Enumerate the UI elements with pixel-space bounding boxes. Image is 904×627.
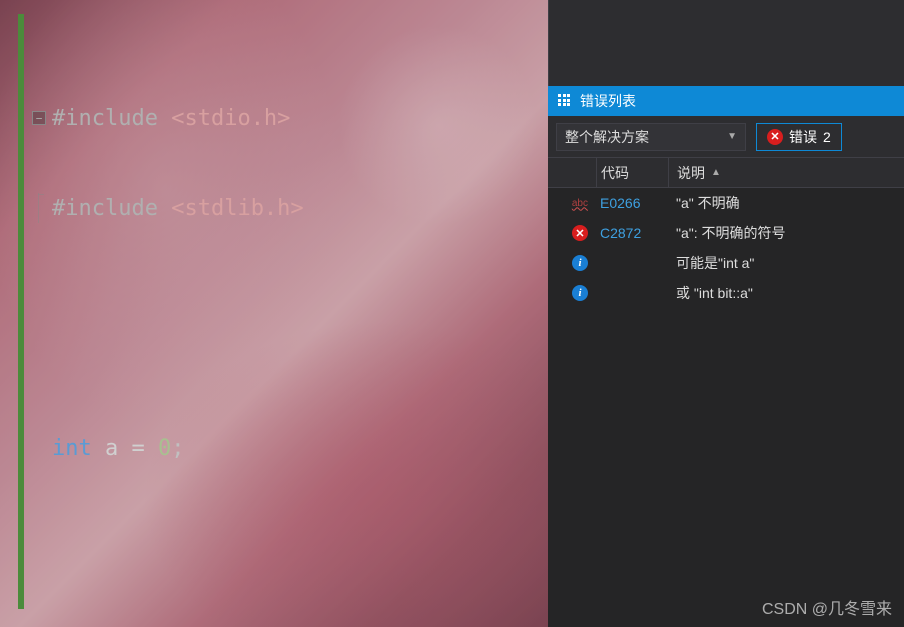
code-line (32, 554, 548, 584)
error-filter-label: 错误 (789, 127, 817, 147)
number-literal: 0 (158, 434, 171, 464)
watermark-text: CSDN @几冬雪来 (762, 595, 892, 619)
identifier: a = (92, 434, 158, 464)
include-header: <stdio.h> (171, 104, 290, 134)
code-editor-pane[interactable]: − #include <stdio.h> #include <stdlib.h>… (0, 0, 548, 627)
col-header-code[interactable]: 代码 (596, 158, 668, 187)
preprocessor: #include (52, 194, 171, 224)
intellisense-icon: abc (572, 198, 588, 209)
sort-asc-icon: ▲ (711, 167, 721, 178)
code-text-area[interactable]: − #include <stdio.h> #include <stdlib.h>… (32, 14, 548, 627)
scope-dropdown-label: 整个解决方案 (565, 127, 649, 147)
error-filter-count: 2 (823, 129, 831, 145)
keyword-int: int (52, 434, 92, 464)
error-code-link[interactable]: E0266 (600, 195, 640, 211)
code-line (32, 314, 548, 344)
info-icon: i (572, 285, 588, 301)
col-header-description[interactable]: 说明▲ (668, 158, 904, 187)
error-filter-button[interactable]: ✕ 错误 2 (756, 123, 842, 151)
error-description: "a" 不明确 (668, 193, 904, 213)
code-line[interactable]: #include <stdlib.h> (32, 194, 548, 224)
error-code-link[interactable]: C2872 (600, 225, 641, 241)
code-line[interactable]: int a = 0; (32, 434, 548, 464)
error-list-title: 错误列表 (580, 91, 636, 111)
error-icon: ✕ (572, 225, 588, 241)
panel-top-spacer (548, 0, 904, 86)
error-list-row[interactable]: i 或 "int bit::a" (548, 278, 904, 308)
scope-dropdown[interactable]: 整个解决方案 ▼ (556, 123, 746, 151)
preprocessor: #include (52, 104, 171, 134)
error-list-row[interactable]: ✕ C2872 "a": 不明确的符号 (548, 218, 904, 248)
error-list-row[interactable]: i 可能是"int a" (548, 248, 904, 278)
error-list-header-row: 代码 说明▲ (548, 158, 904, 188)
change-marker-bar (18, 14, 24, 609)
error-list-row[interactable]: abc E0266 "a" 不明确 (548, 188, 904, 218)
info-icon: i (572, 255, 588, 271)
error-icon: ✕ (767, 129, 783, 145)
grip-icon[interactable] (558, 94, 572, 108)
chevron-down-icon: ▼ (727, 131, 737, 142)
error-list-panel: 错误列表 整个解决方案 ▼ ✕ 错误 2 代码 说明▲ abc E0266 "a… (548, 0, 904, 627)
error-description: "a": 不明确的符号 (668, 223, 904, 243)
error-list-toolbar: 整个解决方案 ▼ ✕ 错误 2 (548, 116, 904, 158)
error-description: 或 "int bit::a" (668, 283, 904, 303)
error-description: 可能是"int a" (668, 253, 904, 273)
error-list-body: abc E0266 "a" 不明确 ✕ C2872 "a": 不明确的符号 i … (548, 188, 904, 308)
error-list-titlebar[interactable]: 错误列表 (548, 86, 904, 116)
fold-toggle-icon[interactable]: − (32, 111, 46, 125)
semicolon: ; (171, 434, 184, 464)
include-header: <stdlib.h> (171, 194, 303, 224)
code-line[interactable]: − #include <stdio.h> (32, 104, 548, 134)
